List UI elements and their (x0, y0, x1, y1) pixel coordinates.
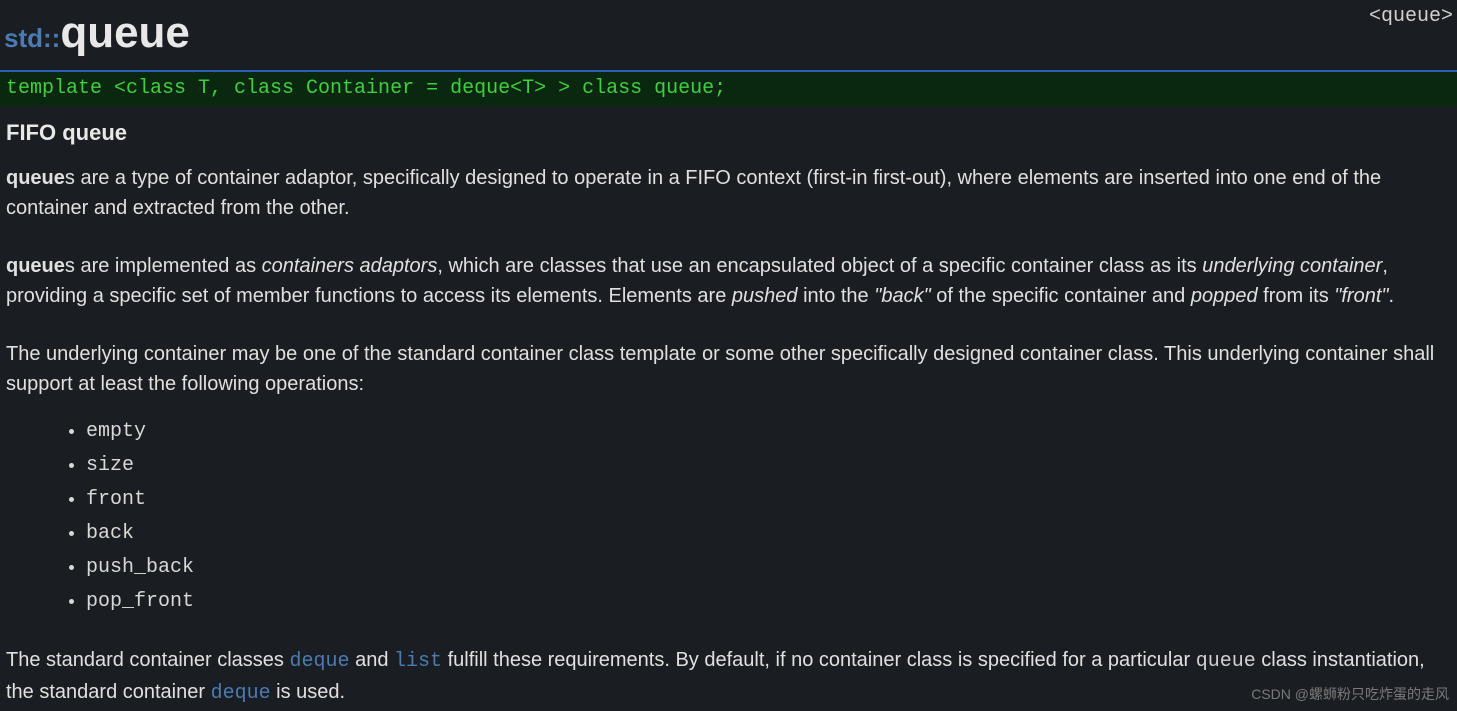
mono-queue: queue (1196, 650, 1256, 673)
link-deque[interactable]: deque (211, 682, 271, 705)
t: of the specific container and (931, 285, 1191, 307)
list-item: back (86, 519, 1451, 549)
list-item: empty (86, 417, 1451, 447)
t: s are implemented as (65, 255, 262, 277)
paragraph-3: The underlying container may be one of t… (6, 339, 1451, 399)
term-queue: queue (6, 255, 65, 277)
paragraph-1: queues are a type of container adaptor, … (6, 163, 1451, 223)
em: containers adaptors (262, 255, 438, 277)
t: is used. (271, 681, 345, 703)
watermark: CSDN @螺蛳粉只吃炸蛋的走风 (1251, 684, 1449, 705)
link-deque[interactable]: deque (290, 650, 350, 673)
link-list[interactable]: list (394, 650, 442, 673)
subtitle: FIFO queue (6, 116, 1451, 149)
em: pushed (732, 285, 798, 307)
content-body: FIFO queue queues are a type of containe… (0, 106, 1457, 709)
t: and (350, 649, 394, 671)
page-title: std::queue (0, 0, 1457, 70)
list-item: push_back (86, 553, 1451, 583)
em: popped (1191, 285, 1258, 307)
t: The standard container classes (6, 649, 290, 671)
class-name: queue (60, 8, 190, 57)
para1-text: s are a type of container adaptor, speci… (6, 167, 1381, 219)
t: into the (798, 285, 875, 307)
list-item: size (86, 451, 1451, 481)
paragraph-2: queues are implemented as containers ada… (6, 251, 1451, 311)
t: fulfill these requirements. By default, … (442, 649, 1196, 671)
em: "front" (1334, 285, 1388, 307)
em: "back" (874, 285, 930, 307)
term-queue: queue (6, 167, 65, 189)
list-item: pop_front (86, 587, 1451, 617)
header-include-link[interactable]: <queue> (1369, 2, 1453, 32)
list-item: front (86, 485, 1451, 515)
namespace-prefix: std:: (4, 23, 60, 53)
t: , which are classes that use an encapsul… (437, 255, 1202, 277)
template-declaration: template <class T, class Container = deq… (0, 72, 1457, 106)
operations-list: empty size front back push_back pop_fron… (86, 417, 1451, 617)
t: from its (1258, 285, 1335, 307)
paragraph-4: The standard container classes deque and… (6, 645, 1451, 709)
t: . (1388, 285, 1394, 307)
em: underlying container (1202, 255, 1382, 277)
